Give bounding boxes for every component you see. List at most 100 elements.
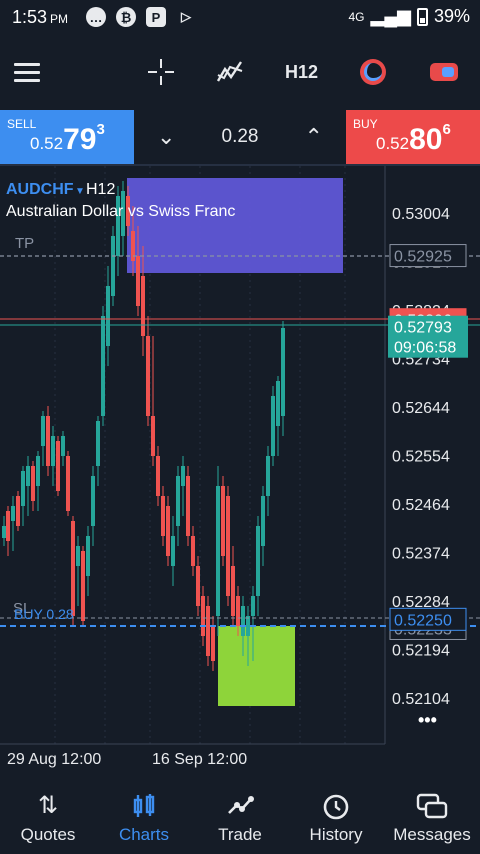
candle (161, 496, 165, 536)
svg-text:0.52250: 0.52250 (394, 612, 452, 629)
nav-messages[interactable]: Messages (384, 784, 480, 854)
bid-price-label: 0.52793 09:06:58 (388, 315, 468, 358)
stop-loss-zone[interactable] (218, 626, 295, 706)
candle (36, 456, 40, 486)
nav-quotes[interactable]: ⇅ Quotes (0, 784, 96, 854)
candle (111, 236, 115, 296)
candle (236, 596, 240, 626)
charts-icon (131, 793, 157, 819)
candle (136, 256, 140, 306)
candle (246, 616, 250, 636)
candle (271, 396, 275, 456)
candle (81, 551, 85, 621)
candle (191, 536, 195, 566)
candle (6, 511, 10, 541)
symbol-dropdown-icon[interactable]: ▼ (75, 186, 85, 197)
increase-volume-button[interactable]: ⌃ (305, 124, 323, 150)
candle (56, 441, 60, 491)
nav-trade[interactable]: Trade (192, 784, 288, 854)
candle (26, 466, 30, 486)
status-time: 1:53 PM (12, 7, 69, 27)
candle (186, 476, 190, 536)
one-click-trading-icon[interactable] (430, 54, 458, 90)
symbol-label[interactable]: AUDCHF (6, 181, 74, 198)
p-app-icon: P (146, 7, 166, 27)
nav-label: Trade (218, 825, 262, 844)
menu-icon[interactable] (14, 54, 40, 90)
bar-countdown: 09:06:58 (394, 340, 456, 357)
nav-charts[interactable]: Charts (96, 784, 192, 854)
candle (206, 606, 210, 656)
price-axis-label: 0.52554 (392, 449, 450, 466)
chart-canvas[interactable]: 0.530040.529140.528240.527340.526440.525… (0, 166, 480, 784)
candle (11, 506, 15, 521)
nav-label: Quotes (20, 825, 76, 844)
candle (146, 336, 150, 416)
candle (51, 436, 55, 466)
candle (141, 276, 145, 336)
symbol-description: Australian Dollar vs Swiss Franc (6, 203, 235, 220)
candle (61, 436, 65, 456)
candle (101, 316, 105, 416)
price-axis-label: 0.53004 (392, 206, 450, 223)
status-bar: 1:53 PM … ₿ P ▷ 4G ▂▄▆ 39% (0, 0, 480, 38)
notification-icons: … ₿ P ▷ (86, 7, 196, 27)
sell-button[interactable]: SELL 0.52793 (0, 110, 134, 164)
timeframe-button[interactable]: H12 (285, 54, 318, 90)
buy-button[interactable]: BUY 0.52806 (346, 110, 480, 164)
candle (2, 526, 6, 538)
bitcoin-icon: ₿ (116, 7, 136, 27)
signal-icon: ▂▄▆ (370, 6, 411, 26)
price-axis-label: 0.52194 (392, 643, 450, 660)
candle (96, 421, 100, 466)
price-chart[interactable]: 0.530040.529140.528240.527340.526440.525… (0, 164, 480, 786)
candle (181, 466, 185, 486)
price-axis-label: 0.52104 (392, 691, 450, 708)
candle (76, 546, 80, 566)
candle (176, 476, 180, 526)
candle (251, 596, 255, 616)
candle (21, 471, 25, 506)
trade-panel: SELL 0.52793 ⌄ 0.28 ⌃ BUY 0.52806 (0, 110, 480, 164)
svg-text:0.52793: 0.52793 (394, 320, 452, 337)
candle (41, 416, 45, 446)
candle (241, 606, 245, 636)
candle (151, 416, 155, 456)
candle (166, 506, 170, 556)
messages-icon (416, 793, 448, 819)
entry-price-label: 0.52250 (389, 607, 467, 631)
decrease-volume-button[interactable]: ⌄ (157, 124, 175, 150)
candle (266, 456, 270, 496)
price-axis-label: 0.52374 (392, 546, 450, 563)
quotes-icon: ⇅ (37, 792, 59, 819)
buy-label: BUY (353, 117, 378, 131)
nav-history[interactable]: History (288, 784, 384, 854)
crosshair-icon[interactable] (146, 54, 176, 90)
tp-label: TP (15, 235, 34, 252)
buy-price: 0.52806 (376, 121, 451, 156)
candle (46, 416, 50, 466)
candle (16, 496, 20, 526)
volume-value[interactable]: 0.28 (222, 126, 259, 148)
status-right: 4G ▂▄▆ 39% (349, 6, 471, 27)
candle (86, 536, 90, 576)
candle (221, 486, 225, 556)
date-label-1: 29 Aug 12:00 (7, 751, 101, 768)
candle (261, 496, 265, 546)
candle (211, 626, 215, 661)
sell-price: 0.52793 (30, 121, 105, 156)
candle (226, 496, 230, 596)
indicators-icon[interactable] (215, 54, 245, 90)
candle (201, 596, 205, 636)
tp-price-label: 0.52925 (389, 244, 467, 268)
bottom-navigation: ⇅ Quotes Charts Trade History Messages (0, 784, 480, 854)
candle (216, 486, 220, 616)
take-profit-zone[interactable] (127, 178, 343, 273)
candle (71, 521, 75, 616)
volume-control: ⌄ 0.28 ⌃ (134, 110, 346, 164)
candle (91, 476, 95, 526)
price-axis-label: 0.52644 (392, 400, 450, 417)
nav-label: History (309, 825, 363, 844)
trade-levels-icon[interactable] (360, 54, 386, 90)
more-options-icon[interactable]: ••• (418, 710, 437, 730)
